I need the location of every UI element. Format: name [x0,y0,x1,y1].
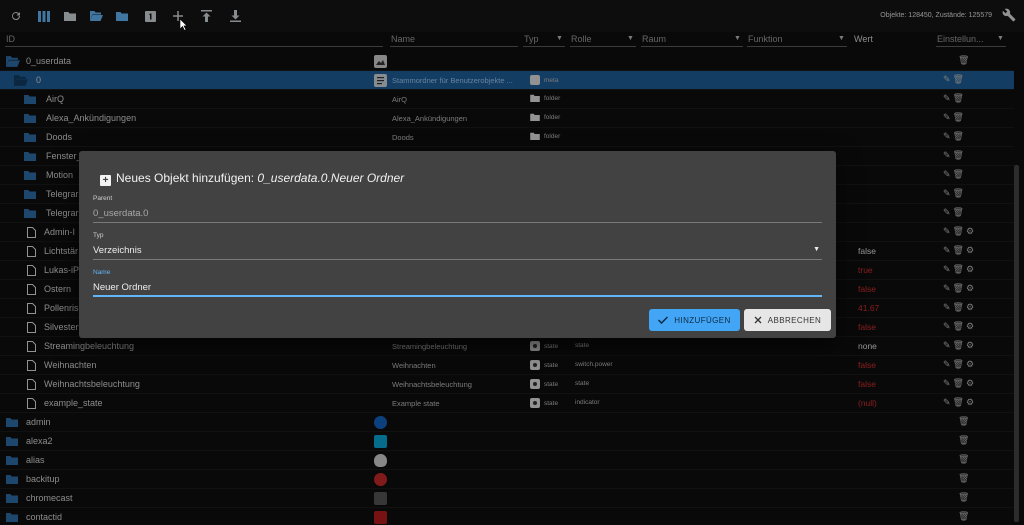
typ-select[interactable]: Verzeichnis [93,245,142,256]
name-input[interactable]: Neuer Ordner [93,282,151,293]
check-icon [658,316,669,324]
mouse-cursor-icon [179,18,188,33]
close-icon [754,316,762,324]
typ-label: Typ [93,232,104,239]
dialog-title: + Neues Objekt hinzufügen: 0_userdata.0.N… [100,171,404,186]
name-underline [93,295,822,297]
parent-label: Parent [93,195,113,202]
plus-box-icon: + [100,175,111,186]
cancel-button[interactable]: ABBRECHEN [744,309,831,331]
parent-field: 0_userdata.0 [93,208,149,219]
typ-underline [93,259,822,260]
add-object-dialog: + Neues Objekt hinzufügen: 0_userdata.0.N… [79,151,836,338]
add-button[interactable]: HINZUFÜGEN [649,309,740,331]
name-label: Name [93,269,111,276]
parent-underline [93,222,822,223]
dialog-title-path: 0_userdata.0.Neuer Ordner [257,171,405,185]
chevron-down-icon[interactable]: ▼ [813,246,820,253]
